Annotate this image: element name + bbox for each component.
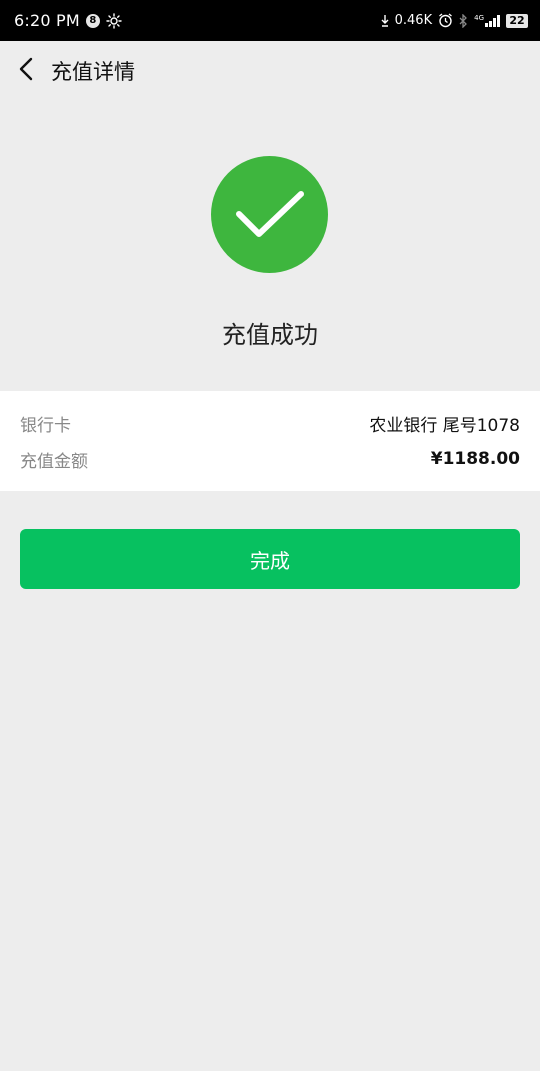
brightness-icon	[106, 12, 122, 29]
check-circle-icon	[211, 156, 328, 273]
detail-label: 银行卡	[20, 415, 71, 436]
detail-row-amount: 充值金额 ¥1188.00	[20, 447, 520, 472]
download-arrow-icon	[381, 14, 389, 27]
status-bar-right: 0.46K 4G 22	[381, 13, 528, 28]
status-bar-left: 6:20 PM 8	[14, 11, 122, 30]
signal-icon: 4G	[474, 14, 500, 27]
alarm-icon	[438, 13, 453, 28]
network-speed: 0.46K	[394, 13, 433, 28]
bluetooth-icon	[459, 13, 468, 28]
network-type: 4G	[474, 14, 484, 22]
recharge-detail-page: 充值详情 充值成功 银行卡 农业银行 尾号1078 充值金额 ¥1188.00 …	[0, 41, 540, 1071]
status-time: 6:20 PM	[14, 11, 80, 30]
result-title: 充值成功	[222, 321, 318, 349]
status-bar: 6:20 PM 8 0.46K 4G 22	[0, 0, 540, 41]
detail-label: 充值金额	[20, 451, 88, 472]
nav-bar: 充值详情	[0, 41, 540, 101]
notification-badge: 8	[85, 13, 100, 28]
detail-value: 农业银行 尾号1078	[369, 415, 520, 436]
detail-value: ¥1188.00	[430, 449, 520, 469]
details-card: 银行卡 农业银行 尾号1078 充值金额 ¥1188.00	[0, 391, 540, 491]
done-button[interactable]: 完成	[20, 529, 520, 589]
page-title: 充值详情	[51, 60, 135, 84]
back-button[interactable]	[12, 55, 40, 87]
battery-icon: 22	[506, 13, 528, 28]
chevron-left-icon	[18, 57, 34, 85]
detail-row-bank-card: 银行卡 农业银行 尾号1078	[20, 411, 520, 436]
